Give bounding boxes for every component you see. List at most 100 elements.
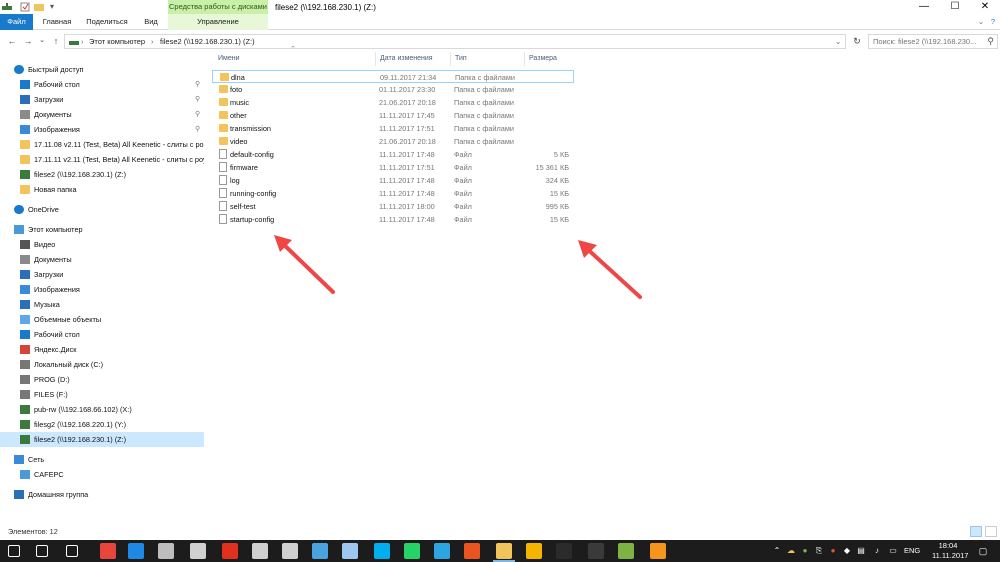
vlc-icon[interactable] (650, 543, 666, 559)
column-size[interactable]: Размера (529, 55, 557, 62)
file-row[interactable]: self-test 11.11.2017 18:00 Файл 995 КБ (212, 200, 574, 213)
back-button[interactable]: ← (6, 34, 18, 48)
column-name[interactable]: Имени (218, 55, 240, 62)
nav-item[interactable]: Изображения (0, 282, 204, 297)
tray-battery-icon[interactable]: ▭ (888, 546, 898, 556)
tray-chevron-icon[interactable]: ⌃ (772, 546, 782, 556)
nav-item[interactable]: filese2 (\\192.168.230.1) (Z:) (0, 167, 204, 182)
tray-volume-icon[interactable]: ♪ (872, 546, 882, 556)
nav-item[interactable]: Локальный диск (C:) (0, 357, 204, 372)
file-row[interactable]: firmware 11.11.2017 17:51 Файл 15 361 КБ (212, 161, 574, 174)
close-button[interactable]: ✕ (970, 0, 1000, 14)
language-indicator[interactable]: ENG (904, 546, 920, 555)
pin-icon[interactable]: ⚲ (195, 107, 200, 122)
nav-item[interactable]: OneDrive (0, 202, 204, 217)
file-row[interactable]: foto 01.11.2017 23:30 Папка с файлами (212, 83, 574, 96)
search-icon[interactable]: ⚲ (987, 36, 994, 47)
calculator-icon[interactable] (190, 543, 206, 559)
skype-icon[interactable] (374, 543, 390, 559)
column-divider[interactable] (450, 52, 451, 66)
file-row[interactable]: video 21.06.2017 20:18 Папка с файлами (212, 135, 574, 148)
notepad-icon[interactable] (618, 543, 634, 559)
nav-item[interactable]: Домашняя группа (0, 487, 204, 502)
column-divider[interactable] (375, 52, 376, 66)
nav-item[interactable]: filesg2 (\\192.168.220.1) (Y:) (0, 417, 204, 432)
file-row[interactable]: log 11.11.2017 17:48 Файл 324 КБ (212, 174, 574, 187)
nav-item[interactable]: Загрузки (0, 267, 204, 282)
chrome-icon[interactable] (100, 543, 116, 559)
up-button[interactable]: ↑ (50, 34, 62, 48)
forward-button[interactable]: → (22, 34, 34, 48)
nav-item[interactable]: 17.11.08 v2.11 (Test, Beta) All Keenetic… (0, 137, 204, 152)
file-row[interactable]: other 11.11.2017 17:45 Папка с файлами (212, 109, 574, 122)
tray-network-icon[interactable]: ▤ (856, 546, 866, 556)
telegram-icon[interactable] (434, 543, 450, 559)
tray-antivirus-icon[interactable]: ● (828, 546, 838, 556)
file-explorer-icon[interactable] (496, 543, 512, 559)
nav-item[interactable]: Рабочий стол (0, 327, 204, 342)
file-row[interactable]: transmission 11.11.2017 17:51 Папка с файл… (212, 122, 574, 135)
nav-item[interactable]: Документы ⚲ (0, 107, 204, 122)
column-date[interactable]: Дата изменения (380, 55, 433, 62)
nav-item[interactable]: PROG (D:) (0, 372, 204, 387)
nav-item[interactable]: Загрузки ⚲ (0, 92, 204, 107)
putty-icon[interactable] (588, 543, 604, 559)
nav-item[interactable]: Музыка (0, 297, 204, 312)
tray-app-icon[interactable]: ◆ (842, 546, 852, 556)
nav-item[interactable]: Быстрый доступ (0, 62, 204, 77)
store-icon[interactable] (252, 543, 268, 559)
nav-item[interactable]: Яндекс.Диск (0, 342, 204, 357)
explorer-window-icon[interactable] (158, 543, 174, 559)
tab-share[interactable]: Поделиться (82, 14, 132, 30)
nav-item[interactable]: pub-rw (\\192.168.66.102) (X:) (0, 402, 204, 417)
terminal-icon[interactable] (556, 543, 572, 559)
vpn-icon[interactable] (312, 543, 328, 559)
tray-usb-icon[interactable]: ⎘ (814, 546, 824, 556)
pin-icon[interactable]: ⚲ (195, 122, 200, 137)
nav-item[interactable]: filese2 (\\192.168.230.1) (Z:) (0, 432, 204, 447)
whatsapp-icon[interactable] (404, 543, 420, 559)
recent-locations-icon[interactable]: ⌄ (36, 34, 48, 48)
file-row[interactable]: default-config 11.11.2017 17:48 Файл 5 КБ (212, 148, 574, 161)
properties-icon[interactable] (20, 2, 30, 12)
tab-file[interactable]: Файл (0, 14, 33, 30)
nav-item[interactable]: Документы (0, 252, 204, 267)
maximize-button[interactable]: ☐ (940, 0, 970, 14)
address-dropdown-icon[interactable]: ⌄ (835, 37, 841, 46)
nav-item[interactable]: 17.11.11 v2.11 (Test, Beta) All Keenetic… (0, 152, 204, 167)
tab-view[interactable]: Вид (138, 14, 164, 30)
notifications-icon[interactable]: ▢ (978, 546, 988, 556)
pin-icon[interactable]: ⚲ (195, 92, 200, 107)
column-type[interactable]: Тип (455, 55, 467, 62)
details-view-button[interactable] (970, 526, 982, 537)
nav-item[interactable]: Объемные объекты (0, 312, 204, 327)
breadcrumb-this-pc[interactable]: Этот компьютер (89, 37, 145, 46)
search-input[interactable] (869, 35, 985, 48)
settings-icon[interactable] (282, 543, 298, 559)
help-icon[interactable]: ? (988, 14, 998, 30)
file-row[interactable]: music 21.06.2017 20:18 Папка с файлами (212, 96, 574, 109)
tab-home[interactable]: Главная (38, 14, 76, 30)
file-row[interactable]: running-config 11.11.2017 17:48 Файл 15 КБ (212, 187, 574, 200)
acrobat-icon[interactable] (222, 543, 238, 559)
breadcrumb-current[interactable]: filese2 (\\192.168.230.1) (Z:) (160, 37, 255, 46)
refresh-button[interactable]: ↻ (851, 34, 863, 48)
qat-dropdown-icon[interactable]: ▾ (50, 2, 60, 12)
nav-item[interactable]: CAFEPC (0, 467, 204, 482)
tray-cloud-icon[interactable]: ☁ (786, 546, 796, 556)
address-field[interactable]: › Этот компьютер › filese2 (\\192.168.23… (64, 34, 846, 49)
nav-item[interactable]: Этот компьютер (0, 222, 204, 237)
file-row[interactable]: dlna 09.11.2017 21:34 Папка с файлами (212, 70, 574, 83)
large-icons-view-button[interactable] (985, 526, 997, 537)
nav-item[interactable]: Рабочий стол ⚲ (0, 77, 204, 92)
chrome-canary-icon[interactable] (526, 543, 542, 559)
clock[interactable]: 18:04 11.11.2017 (932, 541, 968, 561)
task-view-icon[interactable] (66, 545, 78, 557)
column-divider[interactable] (524, 52, 525, 66)
windows-start-icon[interactable] (8, 545, 20, 557)
file-row[interactable]: startup-config 11.11.2017 17:48 Файл 15 КБ (212, 213, 574, 226)
tray-app-icon[interactable]: ● (800, 546, 810, 556)
nav-item[interactable]: Новая папка (0, 182, 204, 197)
edge-icon[interactable] (128, 543, 144, 559)
nav-item[interactable]: Видео (0, 237, 204, 252)
